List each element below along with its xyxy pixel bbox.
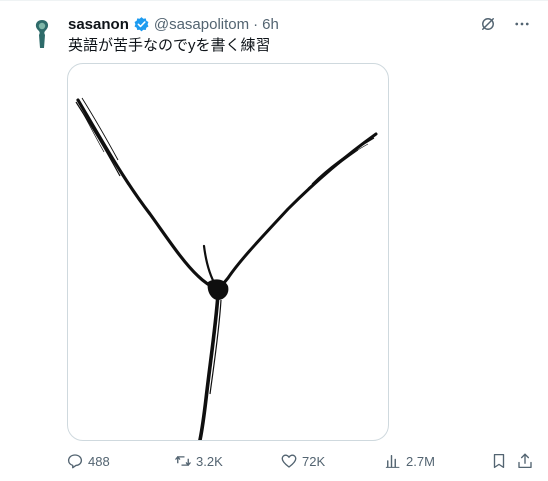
grok-icon[interactable] [478, 14, 498, 34]
tweet-text: 英語が苦手なのでyを書く練習 [68, 37, 271, 54]
tweet-top-actions [478, 14, 532, 34]
share-icon [518, 453, 532, 469]
header-separator: · [253, 15, 259, 33]
tweet-time[interactable]: 6h [262, 16, 279, 33]
bookmark-icon [493, 453, 505, 469]
more-icon[interactable] [512, 14, 532, 34]
avatar[interactable] [22, 14, 62, 54]
avatar-icon [35, 20, 49, 48]
tweet-actions: 488 3.2K 72K 2.7M [66, 452, 534, 472]
reply-icon [67, 454, 83, 469]
tweet-media[interactable] [67, 63, 389, 441]
like-button[interactable]: 72K [280, 452, 325, 470]
retweet-button[interactable]: 3.2K [174, 452, 223, 470]
reply-count: 488 [88, 453, 110, 469]
share-button[interactable] [516, 452, 534, 470]
retweet-icon [175, 456, 191, 466]
author-handle[interactable]: @sasapolitom [154, 16, 249, 33]
ink-letter-y-drawing [75, 97, 378, 440]
bookmark-button[interactable] [490, 452, 508, 470]
retweet-count: 3.2K [196, 453, 223, 469]
like-count: 72K [302, 453, 326, 469]
views-icon [385, 455, 400, 468]
tweet-header: sasanon @sasapolitom · 6h [68, 14, 279, 34]
views-button[interactable]: 2.7M [384, 452, 435, 470]
reply-button[interactable]: 488 [66, 452, 110, 470]
tweet-divider [0, 0, 548, 1]
author-name[interactable]: sasanon [68, 16, 129, 33]
views-count: 2.7M [406, 453, 435, 469]
like-icon [281, 454, 297, 468]
verified-badge-icon [133, 16, 150, 33]
